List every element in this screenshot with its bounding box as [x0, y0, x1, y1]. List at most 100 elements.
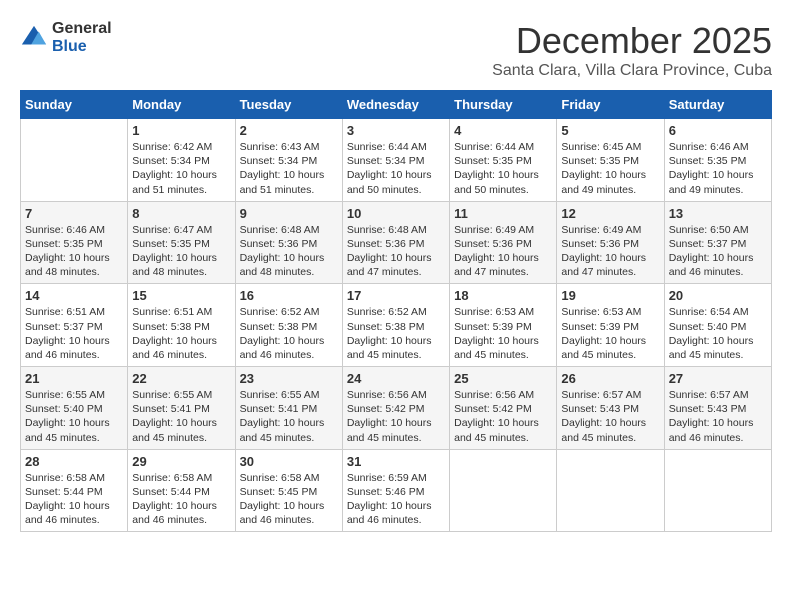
- day-info: Sunrise: 6:48 AM Sunset: 5:36 PM Dayligh…: [240, 223, 338, 280]
- day-info: Sunrise: 6:58 AM Sunset: 5:45 PM Dayligh…: [240, 471, 338, 528]
- day-number: 7: [25, 206, 123, 221]
- logo-general-text: General: [52, 20, 112, 38]
- calendar-week-5: 28 Sunrise: 6:58 AM Sunset: 5:44 PM Dayli…: [21, 449, 772, 532]
- calendar-cell: 6 Sunrise: 6:46 AM Sunset: 5:35 PM Daylig…: [664, 119, 771, 202]
- calendar-cell: [664, 449, 771, 532]
- day-number: 31: [347, 454, 445, 469]
- calendar-week-2: 7 Sunrise: 6:46 AM Sunset: 5:35 PM Daylig…: [21, 201, 772, 284]
- calendar-cell: 5 Sunrise: 6:45 AM Sunset: 5:35 PM Daylig…: [557, 119, 664, 202]
- day-info: Sunrise: 6:44 AM Sunset: 5:35 PM Dayligh…: [454, 140, 552, 197]
- day-info: Sunrise: 6:59 AM Sunset: 5:46 PM Dayligh…: [347, 471, 445, 528]
- calendar-cell: 14 Sunrise: 6:51 AM Sunset: 5:37 PM Dayli…: [21, 284, 128, 367]
- calendar-cell: 11Sunrise: 6:49 AM Sunset: 5:36 PM Dayli…: [450, 201, 557, 284]
- day-number: 3: [347, 123, 445, 138]
- day-info: Sunrise: 6:57 AM Sunset: 5:43 PM Dayligh…: [561, 388, 659, 445]
- calendar-cell: 8Sunrise: 6:47 AM Sunset: 5:35 PM Daylig…: [128, 201, 235, 284]
- day-number: 18: [454, 288, 552, 303]
- day-number: 29: [132, 454, 230, 469]
- day-number: 27: [669, 371, 767, 386]
- weekday-header-friday: Friday: [557, 91, 664, 119]
- calendar-cell: 7 Sunrise: 6:46 AM Sunset: 5:35 PM Daylig…: [21, 201, 128, 284]
- calendar-cell: 26 Sunrise: 6:57 AM Sunset: 5:43 PM Dayli…: [557, 367, 664, 450]
- day-number: 19: [561, 288, 659, 303]
- day-info: Sunrise: 6:45 AM Sunset: 5:35 PM Dayligh…: [561, 140, 659, 197]
- calendar-cell: [21, 119, 128, 202]
- calendar-cell: 24Sunrise: 6:56 AM Sunset: 5:42 PM Dayli…: [342, 367, 449, 450]
- day-info: Sunrise: 6:42 AM Sunset: 5:34 PM Dayligh…: [132, 140, 230, 197]
- day-info: Sunrise: 6:43 AM Sunset: 5:34 PM Dayligh…: [240, 140, 338, 197]
- calendar-week-4: 21Sunrise: 6:55 AM Sunset: 5:40 PM Dayli…: [21, 367, 772, 450]
- day-info: Sunrise: 6:53 AM Sunset: 5:39 PM Dayligh…: [454, 305, 552, 362]
- calendar-cell: 30 Sunrise: 6:58 AM Sunset: 5:45 PM Dayli…: [235, 449, 342, 532]
- calendar-cell: 27 Sunrise: 6:57 AM Sunset: 5:43 PM Dayli…: [664, 367, 771, 450]
- calendar-cell: 23Sunrise: 6:55 AM Sunset: 5:41 PM Dayli…: [235, 367, 342, 450]
- day-number: 24: [347, 371, 445, 386]
- calendar-week-1: 1 Sunrise: 6:42 AM Sunset: 5:34 PM Daylig…: [21, 119, 772, 202]
- day-info: Sunrise: 6:46 AM Sunset: 5:35 PM Dayligh…: [669, 140, 767, 197]
- day-number: 17: [347, 288, 445, 303]
- day-info: Sunrise: 6:49 AM Sunset: 5:36 PM Dayligh…: [454, 223, 552, 280]
- calendar-cell: 1 Sunrise: 6:42 AM Sunset: 5:34 PM Daylig…: [128, 119, 235, 202]
- calendar-cell: 16Sunrise: 6:52 AM Sunset: 5:38 PM Dayli…: [235, 284, 342, 367]
- calendar-cell: 12Sunrise: 6:49 AM Sunset: 5:36 PM Dayli…: [557, 201, 664, 284]
- day-number: 26: [561, 371, 659, 386]
- day-number: 22: [132, 371, 230, 386]
- calendar-cell: 22Sunrise: 6:55 AM Sunset: 5:41 PM Dayli…: [128, 367, 235, 450]
- day-info: Sunrise: 6:46 AM Sunset: 5:35 PM Dayligh…: [25, 223, 123, 280]
- day-info: Sunrise: 6:52 AM Sunset: 5:38 PM Dayligh…: [347, 305, 445, 362]
- weekday-header-sunday: Sunday: [21, 91, 128, 119]
- calendar-cell: 17 Sunrise: 6:52 AM Sunset: 5:38 PM Dayli…: [342, 284, 449, 367]
- calendar-cell: [450, 449, 557, 532]
- day-number: 28: [25, 454, 123, 469]
- calendar-cell: 21Sunrise: 6:55 AM Sunset: 5:40 PM Dayli…: [21, 367, 128, 450]
- day-number: 8: [132, 206, 230, 221]
- weekday-header-wednesday: Wednesday: [342, 91, 449, 119]
- day-number: 1: [132, 123, 230, 138]
- day-number: 20: [669, 288, 767, 303]
- weekday-header-row: SundayMondayTuesdayWednesdayThursdayFrid…: [21, 91, 772, 119]
- day-info: Sunrise: 6:58 AM Sunset: 5:44 PM Dayligh…: [25, 471, 123, 528]
- day-info: Sunrise: 6:55 AM Sunset: 5:40 PM Dayligh…: [25, 388, 123, 445]
- day-number: 10: [347, 206, 445, 221]
- calendar-cell: 28 Sunrise: 6:58 AM Sunset: 5:44 PM Dayli…: [21, 449, 128, 532]
- day-number: 14: [25, 288, 123, 303]
- day-number: 5: [561, 123, 659, 138]
- calendar-cell: 18 Sunrise: 6:53 AM Sunset: 5:39 PM Dayli…: [450, 284, 557, 367]
- day-info: Sunrise: 6:51 AM Sunset: 5:37 PM Dayligh…: [25, 305, 123, 362]
- day-number: 30: [240, 454, 338, 469]
- calendar-cell: 31 Sunrise: 6:59 AM Sunset: 5:46 PM Dayli…: [342, 449, 449, 532]
- day-number: 9: [240, 206, 338, 221]
- day-info: Sunrise: 6:58 AM Sunset: 5:44 PM Dayligh…: [132, 471, 230, 528]
- day-number: 6: [669, 123, 767, 138]
- title-block: December 2025 Santa Clara, Villa Clara P…: [492, 20, 772, 80]
- calendar-cell: 9 Sunrise: 6:48 AM Sunset: 5:36 PM Daylig…: [235, 201, 342, 284]
- calendar-cell: 25 Sunrise: 6:56 AM Sunset: 5:42 PM Dayli…: [450, 367, 557, 450]
- logo-icon: [20, 24, 48, 52]
- day-info: Sunrise: 6:53 AM Sunset: 5:39 PM Dayligh…: [561, 305, 659, 362]
- calendar-cell: 3Sunrise: 6:44 AM Sunset: 5:34 PM Daylig…: [342, 119, 449, 202]
- calendar-table: SundayMondayTuesdayWednesdayThursdayFrid…: [20, 90, 772, 532]
- day-info: Sunrise: 6:57 AM Sunset: 5:43 PM Dayligh…: [669, 388, 767, 445]
- logo-blue-text: Blue: [52, 38, 112, 56]
- calendar-cell: [557, 449, 664, 532]
- day-number: 2: [240, 123, 338, 138]
- weekday-header-thursday: Thursday: [450, 91, 557, 119]
- logo: General Blue: [20, 20, 112, 55]
- calendar-cell: 15 Sunrise: 6:51 AM Sunset: 5:38 PM Dayli…: [128, 284, 235, 367]
- day-number: 4: [454, 123, 552, 138]
- day-number: 25: [454, 371, 552, 386]
- day-info: Sunrise: 6:51 AM Sunset: 5:38 PM Dayligh…: [132, 305, 230, 362]
- calendar-cell: 10Sunrise: 6:48 AM Sunset: 5:36 PM Dayli…: [342, 201, 449, 284]
- weekday-header-tuesday: Tuesday: [235, 91, 342, 119]
- day-info: Sunrise: 6:55 AM Sunset: 5:41 PM Dayligh…: [240, 388, 338, 445]
- calendar-cell: 2 Sunrise: 6:43 AM Sunset: 5:34 PM Daylig…: [235, 119, 342, 202]
- day-info: Sunrise: 6:56 AM Sunset: 5:42 PM Dayligh…: [454, 388, 552, 445]
- day-number: 16: [240, 288, 338, 303]
- month-title: December 2025: [492, 20, 772, 62]
- calendar-cell: 20 Sunrise: 6:54 AM Sunset: 5:40 PM Dayli…: [664, 284, 771, 367]
- day-info: Sunrise: 6:50 AM Sunset: 5:37 PM Dayligh…: [669, 223, 767, 280]
- day-info: Sunrise: 6:54 AM Sunset: 5:40 PM Dayligh…: [669, 305, 767, 362]
- day-number: 15: [132, 288, 230, 303]
- calendar-week-3: 14 Sunrise: 6:51 AM Sunset: 5:37 PM Dayli…: [21, 284, 772, 367]
- calendar-cell: 19 Sunrise: 6:53 AM Sunset: 5:39 PM Dayli…: [557, 284, 664, 367]
